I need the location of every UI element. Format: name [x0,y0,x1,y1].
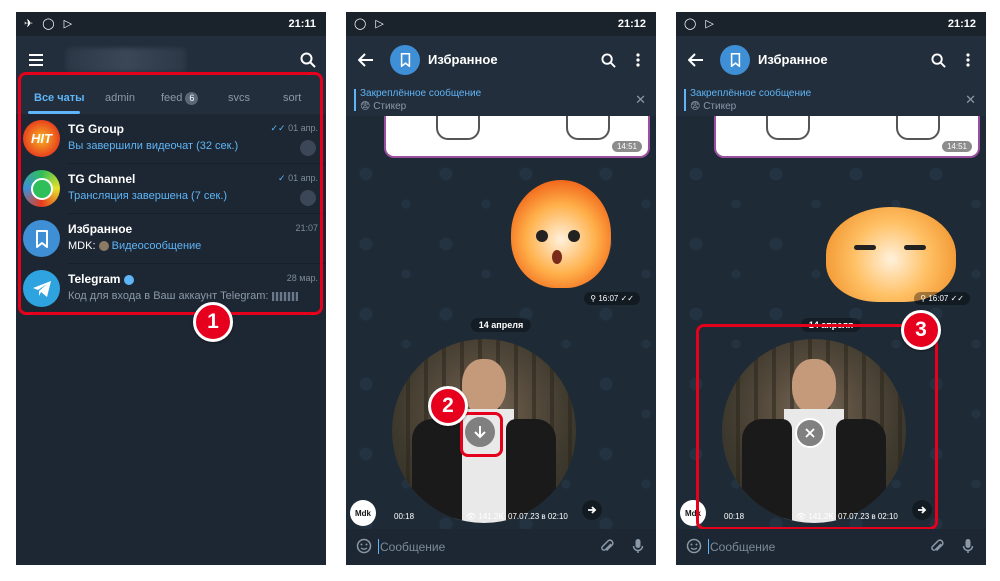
search-icon[interactable] [926,48,950,72]
pinned-title: Закреплённое сообщение [360,88,482,99]
status-time: 21:12 [617,18,646,30]
close-icon[interactable]: ✕ [965,92,976,108]
step-badge-3: 3 [901,310,941,350]
pinned-subtitle: 😨 Стикер [690,101,737,112]
back-arrow-icon[interactable] [354,48,378,72]
sticker-paw-right [896,116,940,140]
highlight-box-3 [696,324,938,530]
share-icon[interactable] [582,500,602,520]
chat-title: Избранное [428,52,498,67]
search-icon[interactable] [296,48,320,72]
sticker-message-top[interactable]: 14:51 [384,116,650,158]
message-input-bar: Сообщение [676,529,986,565]
pinned-accent-bar [684,89,686,111]
search-icon[interactable] [596,48,620,72]
phone-chat-download: ◯ ▷ 21:12 Избранное Закреплённое сообщен… [346,12,656,565]
sticker-paw-right [566,116,610,140]
sticker-paw-left [766,116,810,140]
message-input[interactable]: Сообщение [380,540,445,554]
chat-toolbar: Избранное [676,36,986,84]
menu-icon[interactable] [24,48,48,72]
text-caret [708,539,709,554]
paperclip-icon[interactable] [930,538,944,559]
paperclip-icon[interactable] [600,538,614,559]
more-vertical-icon[interactable] [956,48,980,72]
close-icon[interactable]: ✕ [635,92,646,108]
more-vertical-icon[interactable] [626,48,650,72]
microphone-icon[interactable] [962,538,974,559]
pinned-subtitle: 😨 Стикер [360,101,407,112]
chat-toolbar: Избранное [346,36,656,84]
video-date: 07.07.23 в 02:10 [508,512,568,521]
account-name-blurred [66,48,186,72]
message-time: 14:51 [941,141,972,152]
sticker-message-top[interactable]: 14:51 [714,116,980,158]
highlight-box-1 [18,72,323,315]
message-time-text: 16:07 [598,294,619,303]
message-input-bar: Сообщение [346,529,656,565]
video-views-text: 141.2K [478,512,504,521]
message-time: 14:51 [611,141,642,152]
date-separator: 14 апреля [470,318,532,332]
status-icons: ✈ ◯ ▷ [24,18,76,30]
microphone-icon[interactable] [632,538,644,559]
status-time: 21:11 [288,18,316,30]
sender-avatar[interactable]: Mdk [350,500,376,526]
message-time-text: 16:07 [928,294,949,303]
status-bar: ◯ ▷ 21:12 [676,12,986,36]
emoji-icon[interactable] [356,538,372,559]
message-time: ⚲ 16:07 ✓✓ [914,292,970,305]
back-arrow-icon[interactable] [684,48,708,72]
text-caret [378,539,379,554]
status-time: 21:12 [947,18,976,30]
sticker-fire-cat[interactable] [506,180,616,290]
highlight-box-2 [460,412,503,457]
step-badge-1: 1 [193,302,233,342]
sticker-calm-cat[interactable] [826,207,956,302]
video-duration: 00:18 [394,512,415,521]
status-icons: ◯ ▷ [354,18,387,30]
bookmark-icon [720,45,750,75]
pinned-accent-bar [354,89,356,111]
pinned-message-bar[interactable]: Закреплённое сообщение 😨 Стикер ✕ [346,84,656,116]
pinned-title: Закреплённое сообщение [690,88,812,99]
sticker-paw-left [436,116,480,140]
bookmark-icon [390,45,420,75]
emoji-icon[interactable] [686,538,702,559]
video-views: 👁 141.2K [466,512,504,521]
phone-chat-list: ✈ ◯ ▷ 21:11 Все чаты admin feed 6 svcs so… [16,12,326,565]
status-bar: ◯ ▷ 21:12 [346,12,656,36]
chat-title: Избранное [758,52,828,67]
message-input[interactable]: Сообщение [710,540,775,554]
status-icons: ◯ ▷ [684,18,717,30]
phone-chat-downloading: ◯ ▷ 21:12 Избранное Закреплённое сообщен… [676,12,986,565]
status-bar: ✈ ◯ ▷ 21:11 [16,12,326,36]
message-time: ⚲ 16:07 ✓✓ [584,292,640,305]
step-badge-2: 2 [428,386,468,426]
pinned-message-bar[interactable]: Закреплённое сообщение 😨 Стикер ✕ [676,84,986,116]
